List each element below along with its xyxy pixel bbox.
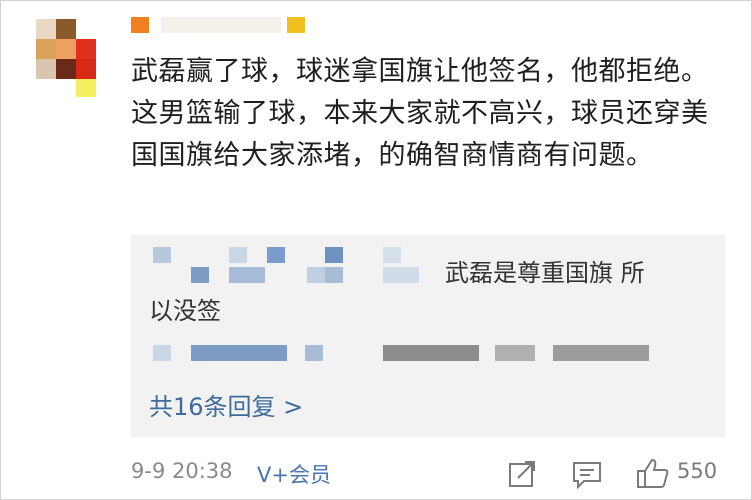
blurred-name — [383, 247, 401, 263]
avatar-pixel — [76, 39, 96, 59]
blurred-name — [229, 267, 265, 283]
blurred-name — [307, 267, 325, 283]
username[interactable] — [131, 15, 311, 35]
blurred-reply — [553, 345, 649, 361]
reply-text: 武磊是尊重国旗 所 — [445, 259, 645, 287]
blurred-name — [325, 267, 343, 283]
blurred-name — [325, 247, 343, 263]
avatar-pixel — [36, 59, 56, 79]
vip-badge[interactable]: V+会员 — [257, 459, 331, 489]
comment-footer: 9-9 20:38 V+会员 550 — [131, 457, 731, 490]
avatar-pixel — [56, 19, 76, 39]
share-icon[interactable] — [507, 459, 537, 489]
avatar-pixel — [56, 59, 76, 79]
blurred-reply — [305, 345, 323, 361]
avatar-pixel — [76, 59, 96, 79]
like-count: 550 — [677, 459, 718, 483]
avatar-pixel — [36, 19, 56, 39]
username-pixel — [287, 17, 305, 33]
blurred-reply — [153, 345, 171, 361]
more-replies-link[interactable]: 共16条回复 > — [149, 387, 303, 422]
username-pixel — [131, 17, 149, 33]
blurred-name — [191, 267, 209, 283]
timestamp: 9-9 20:38 — [131, 459, 233, 483]
avatar-pixel — [76, 79, 96, 97]
avatar-pixel — [56, 39, 76, 59]
comment-card: 武磊赢了球，球迷拿国旗让他签名，他都拒绝。这男篮输了球，本来大家就不高兴，球员还… — [0, 0, 752, 500]
reply-text-continued: 以没签 — [149, 297, 221, 325]
blurred-name — [229, 247, 247, 263]
comment-icon[interactable] — [571, 459, 603, 490]
avatar[interactable] — [36, 19, 96, 97]
blurred-name — [267, 247, 285, 263]
like-icon[interactable] — [636, 457, 670, 489]
blurred-reply — [495, 345, 535, 361]
blurred-name — [153, 247, 171, 263]
avatar-pixel — [36, 39, 56, 59]
reply-box[interactable]: 武磊是尊重国旗 所 以没签 共16条回复 > — [131, 235, 725, 437]
blurred-reply — [383, 345, 479, 361]
comment-text: 武磊赢了球，球迷拿国旗让他签名，他都拒绝。这男篮输了球，本来大家就不高兴，球员还… — [131, 56, 709, 171]
blurred-reply — [191, 345, 287, 361]
blurred-name — [383, 267, 419, 283]
username-pixel — [161, 17, 281, 33]
